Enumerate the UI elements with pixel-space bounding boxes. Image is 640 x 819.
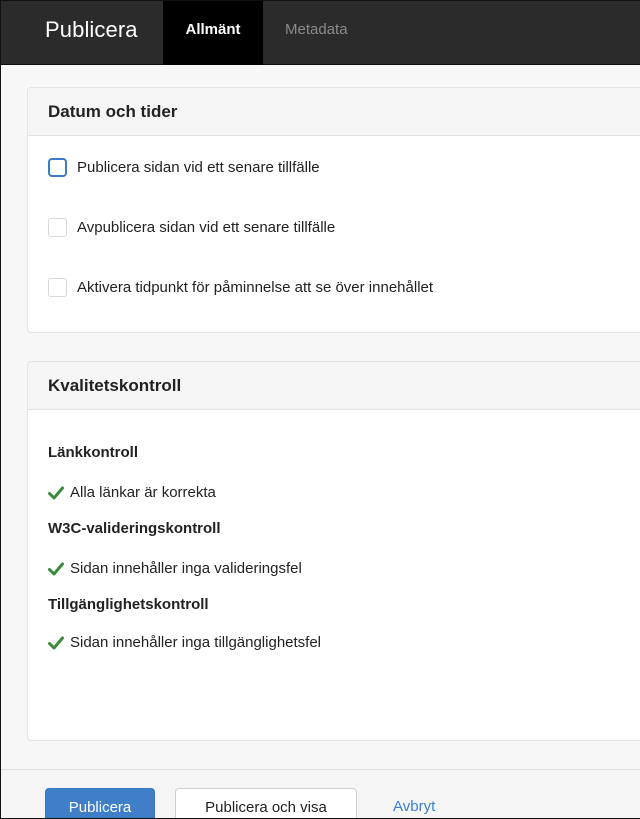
checkmark-icon — [48, 486, 64, 499]
publish-button[interactable]: Publicera — [45, 788, 155, 818]
publish-dialog: Publicera Allmänt Metadata Datum och tid… — [0, 0, 640, 819]
w3c-check-result-text: Sidan innehåller inga valideringsfel — [70, 560, 302, 577]
dialog-title: Publicera — [45, 17, 138, 42]
top-bar: Publicera Allmänt Metadata — [1, 1, 640, 65]
link-check-result-text: Alla länkar är korrekta — [70, 484, 216, 501]
unpublish-later-checkbox[interactable] — [48, 218, 67, 237]
publish-later-option[interactable]: Publicera sidan vid ett senare tillfälle — [48, 158, 320, 177]
link-check-result: Alla länkar är korrekta — [48, 484, 216, 501]
dates-panel: Datum och tider Publicera sidan vid ett … — [27, 87, 640, 333]
checkmark-icon — [48, 636, 64, 649]
accessibility-check-heading: Tillgänglighetskontroll — [48, 596, 209, 613]
w3c-check-result: Sidan innehåller inga valideringsfel — [48, 560, 302, 577]
review-reminder-label: Aktivera tidpunkt för påminnelse att se … — [77, 279, 434, 296]
link-check-heading: Länkkontroll — [48, 444, 139, 461]
publish-later-label: Publicera sidan vid ett senare tillfälle — [77, 159, 320, 176]
accessibility-check-result-text: Sidan innehåller inga tillgänglighetsfel — [70, 634, 322, 651]
publish-and-view-button[interactable]: Publicera och visa — [175, 788, 357, 818]
quality-panel: Kvalitetskontroll Länkkontroll Alla länk… — [27, 361, 640, 741]
review-reminder-checkbox[interactable] — [48, 278, 67, 297]
tab-allmant[interactable]: Allmänt — [163, 1, 263, 65]
cancel-link[interactable]: Avbryt — [377, 788, 457, 818]
accessibility-check-result: Sidan innehåller inga tillgänglighetsfel — [48, 634, 321, 651]
review-reminder-option[interactable]: Aktivera tidpunkt för påminnelse att se … — [48, 278, 433, 297]
tab-metadata[interactable]: Metadata — [263, 1, 373, 65]
dates-panel-title: Datum och tider — [28, 88, 640, 136]
w3c-check-heading: W3C-valideringskontroll — [48, 520, 221, 537]
unpublish-later-label: Avpublicera sidan vid ett senare tillfäl… — [77, 219, 336, 236]
unpublish-later-option[interactable]: Avpublicera sidan vid ett senare tillfäl… — [48, 218, 335, 237]
dialog-content: Datum och tider Publicera sidan vid ett … — [1, 65, 640, 769]
checkmark-icon — [48, 562, 64, 575]
dialog-footer: Publicera Publicera och visa Avbryt — [1, 769, 640, 818]
quality-panel-title: Kvalitetskontroll — [28, 362, 640, 410]
publish-later-checkbox[interactable] — [48, 158, 67, 177]
